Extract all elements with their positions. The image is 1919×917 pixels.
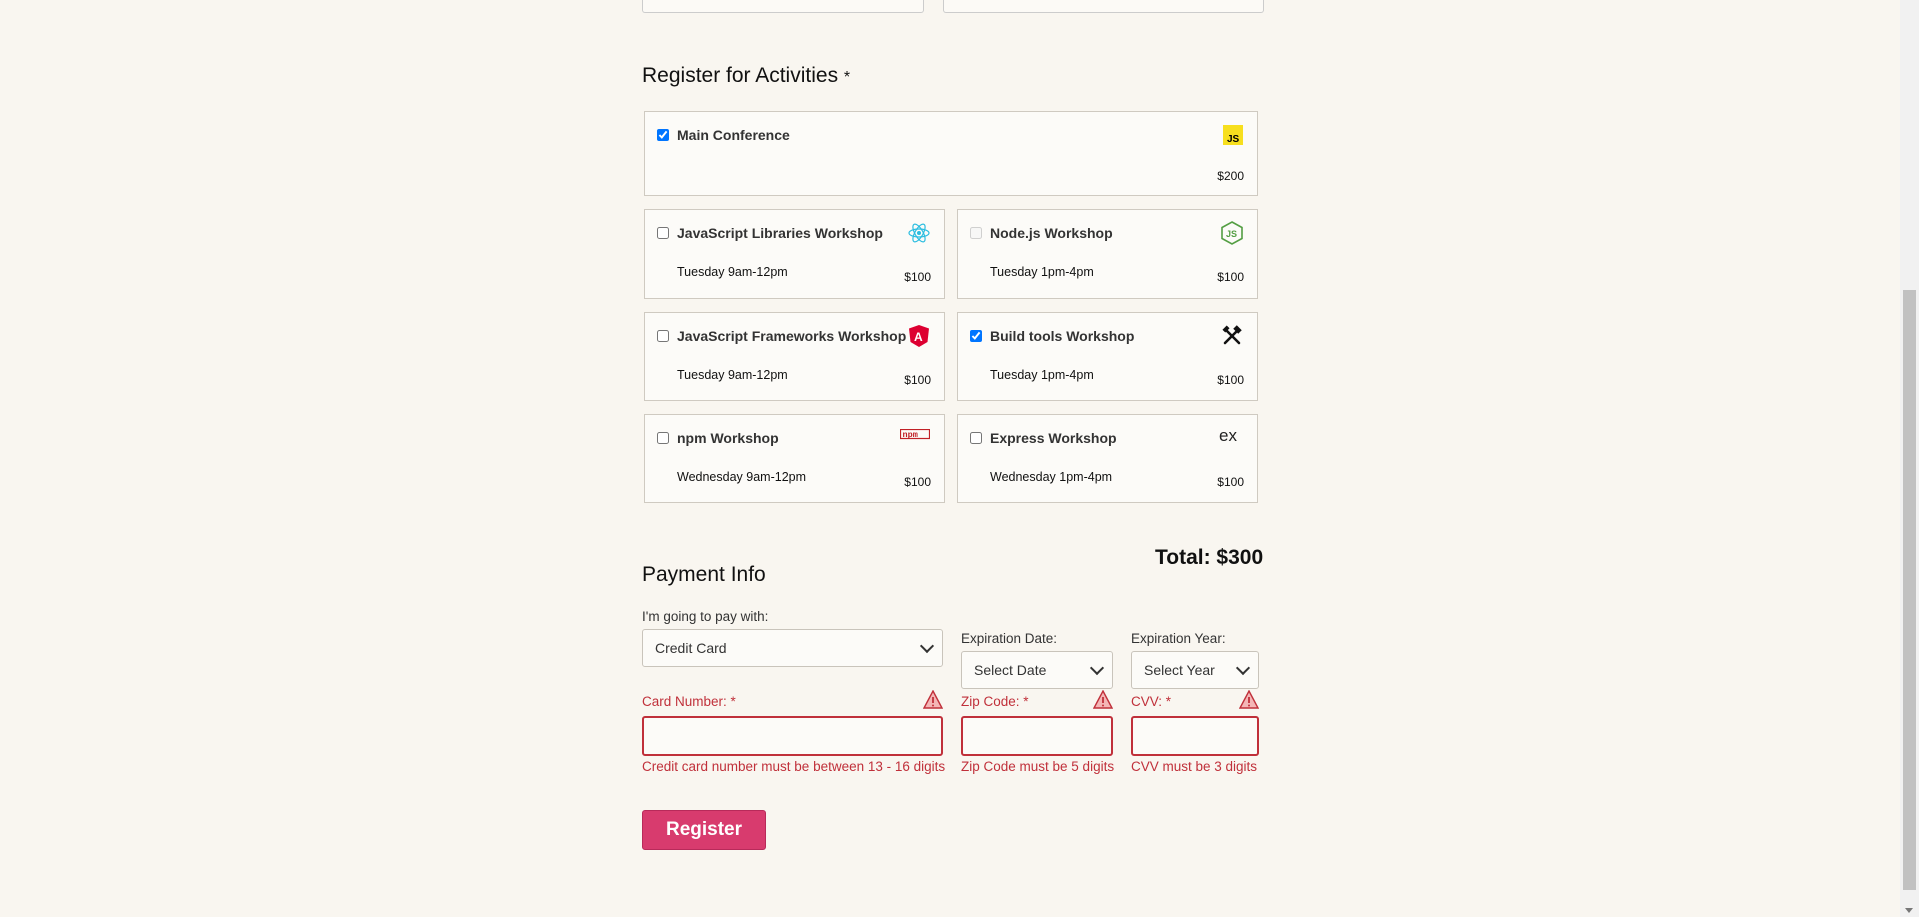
payment-method-select[interactable]: Credit Card [642, 629, 943, 667]
activity-checkbox[interactable] [657, 432, 669, 444]
chevron-down-icon [919, 638, 935, 654]
activity-price: $100 [904, 270, 931, 284]
top-input-left[interactable] [642, 0, 924, 13]
activity-price: $100 [904, 373, 931, 387]
activity-express[interactable]: Express Workshop ex Wednesday 1pm-4pm $1… [957, 414, 1258, 503]
cvv-input[interactable] [1131, 716, 1259, 756]
total-cost: Total: $300 [1155, 546, 1264, 569]
exp-year-value: Select Year [1144, 662, 1215, 678]
activity-title: npm Workshop [677, 430, 779, 446]
exp-year-select[interactable]: Select Year [1131, 651, 1259, 689]
activity-title: Main Conference [677, 127, 790, 143]
card-number-label: Card Number: * [642, 694, 736, 709]
chevron-down-icon [1235, 660, 1251, 676]
required-mark: * [1023, 694, 1029, 709]
top-input-right[interactable] [943, 0, 1264, 13]
cvv-error: CVV must be 3 digits [1131, 759, 1258, 774]
activity-checkbox[interactable] [970, 227, 982, 239]
card-number-input[interactable] [642, 716, 943, 756]
activity-title: JavaScript Libraries Workshop [677, 225, 883, 241]
tools-icon [1221, 325, 1243, 347]
activity-npm[interactable]: npm Workshop npm Wednesday 9am-12pm $100 [644, 414, 945, 503]
activity-time: Tuesday 9am-12pm [677, 368, 788, 382]
activity-time: Wednesday 9am-12pm [677, 470, 807, 484]
exp-date-select[interactable]: Select Date [961, 651, 1113, 689]
exp-year-label: Expiration Year: [1131, 631, 1226, 646]
activity-checkbox[interactable] [970, 330, 982, 342]
activities-heading-text: Register for Activities [642, 64, 839, 87]
activities-heading: Register for Activities * [642, 64, 850, 88]
activity-time: Tuesday 1pm-4pm [990, 368, 1094, 382]
warning-icon [1093, 690, 1113, 709]
activity-js-libraries[interactable]: JavaScript Libraries Workshop Tuesday 9a… [644, 209, 945, 299]
activity-checkbox[interactable] [657, 227, 669, 239]
zip-label-text: Zip Code: [961, 694, 1020, 709]
exp-date-label: Expiration Date: [961, 631, 1058, 646]
express-icon: ex [1219, 426, 1243, 446]
activity-main-conference[interactable]: Main Conference JS $200 [644, 111, 1258, 196]
activity-price: $100 [904, 475, 931, 489]
required-mark: * [1165, 694, 1172, 709]
required-mark: * [730, 694, 736, 709]
js-logo-icon: JS [1223, 125, 1243, 145]
activity-price: $100 [1217, 270, 1244, 284]
activity-title: Node.js Workshop [990, 225, 1113, 241]
scrollbar-thumb[interactable] [1903, 290, 1916, 890]
npm-icon: npm [900, 429, 930, 441]
react-icon [908, 222, 930, 244]
svg-text:A: A [914, 330, 923, 344]
card-number-label-text: Card Number: [642, 694, 727, 709]
activity-time: Wednesday 1pm-4pm [990, 470, 1113, 484]
warning-icon [923, 690, 943, 709]
pay-with-label: I'm going to pay with: [642, 609, 769, 624]
activity-title: Express Workshop [990, 430, 1117, 446]
exp-date-value: Select Date [974, 662, 1047, 678]
chevron-down-icon [1089, 660, 1105, 676]
registration-page: Register for Activities * Main Conferenc… [0, 0, 1900, 917]
cvv-label-text: CVV: [1131, 694, 1163, 709]
required-mark: * [843, 69, 851, 86]
nodejs-icon: JS [1221, 221, 1243, 245]
activity-checkbox[interactable] [970, 432, 982, 444]
angular-icon: A [908, 324, 930, 348]
svg-text:JS: JS [1227, 134, 1240, 145]
svg-text:ex: ex [1219, 426, 1237, 445]
activity-price: $100 [1217, 373, 1244, 387]
activity-price: $100 [1217, 475, 1244, 489]
activity-time: Tuesday 9am-12pm [677, 265, 788, 279]
activity-build-tools[interactable]: Build tools Workshop Tuesday 1pm-4pm $10… [957, 312, 1258, 401]
svg-text:npm: npm [903, 430, 918, 440]
activity-checkbox[interactable] [657, 330, 669, 342]
page-scrollbar[interactable] [1900, 0, 1919, 917]
register-button[interactable]: Register [642, 810, 766, 850]
activity-js-frameworks[interactable]: JavaScript Frameworks Workshop A Tuesday… [644, 312, 945, 401]
scroll-down-arrow-icon[interactable] [1905, 908, 1913, 913]
zip-input[interactable] [961, 716, 1113, 756]
activity-title: JavaScript Frameworks Workshop [677, 328, 907, 344]
payment-method-value: Credit Card [655, 640, 727, 656]
svg-text:JS: JS [1226, 229, 1237, 239]
main-conference-checkbox[interactable] [657, 129, 669, 141]
cvv-label: CVV: * [1131, 694, 1171, 709]
zip-label: Zip Code: * [961, 694, 1029, 709]
activity-price: $200 [1217, 169, 1244, 183]
activity-time: Tuesday 1pm-4pm [990, 265, 1094, 279]
activity-nodejs[interactable]: Node.js Workshop JS Tuesday 1pm-4pm $100 [957, 209, 1258, 299]
warning-icon [1239, 690, 1259, 709]
payment-heading: Payment Info [642, 563, 766, 586]
zip-error: Zip Code must be 5 digits [961, 759, 1115, 774]
card-number-error: Credit card number must be between 13 - … [642, 759, 946, 774]
activity-title: Build tools Workshop [990, 328, 1135, 344]
